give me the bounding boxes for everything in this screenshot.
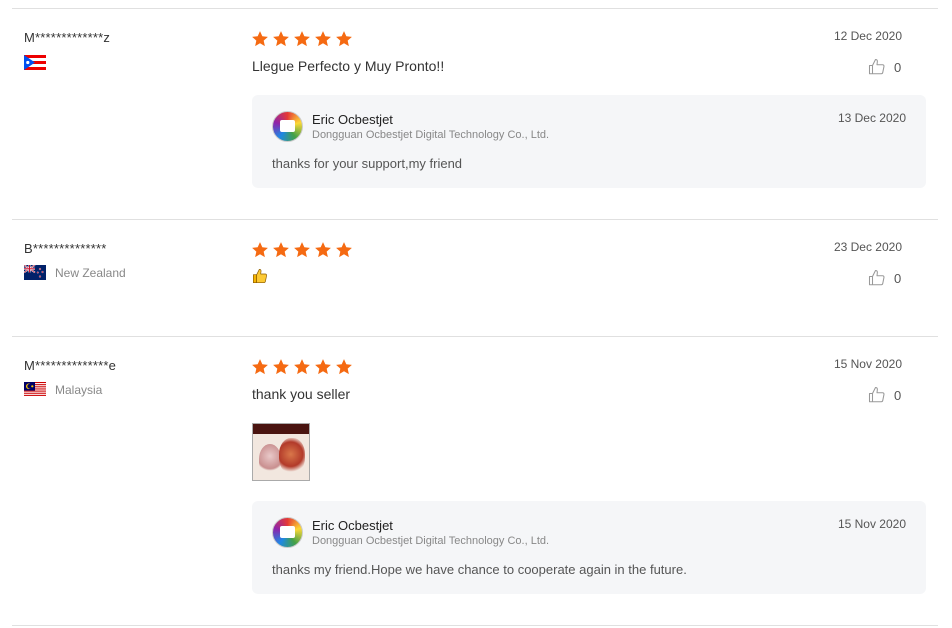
new-zealand-flag-icon [24, 265, 46, 280]
star-icon [336, 242, 352, 258]
like-button[interactable]: 0 [868, 269, 901, 287]
thumbs-up-icon [868, 58, 885, 75]
like-count: 0 [894, 59, 902, 75]
star-icon [294, 242, 310, 258]
thumbs-up-emoji-icon [253, 269, 267, 283]
thumbs-up-icon [868, 386, 885, 403]
puerto-rico-flag-icon [24, 55, 46, 70]
reviewer-name: B************** [24, 241, 107, 256]
seller-name: Eric Ocbestjet [312, 518, 393, 533]
review-divider [12, 8, 938, 9]
reviewer-country: Malaysia [24, 382, 102, 397]
review-divider [12, 336, 938, 337]
reply-text: thanks for your support,my friend [272, 156, 463, 171]
star-icon [315, 242, 331, 258]
star-icon [252, 359, 268, 375]
reviewer-country: New Zealand [24, 265, 126, 280]
star-icon [315, 31, 331, 47]
rating-stars [251, 30, 353, 48]
like-count: 0 [894, 270, 902, 286]
malaysia-flag-icon [24, 382, 46, 397]
country-name: Malaysia [55, 382, 103, 397]
reply-date: 13 Dec 2020 [837, 111, 906, 125]
review-photo-thumbnail[interactable] [252, 423, 310, 481]
review-divider [12, 219, 938, 220]
star-icon [273, 359, 289, 375]
star-icon [336, 359, 352, 375]
star-icon [273, 31, 289, 47]
review-text: Llegue Perfecto y Muy Pronto!! [252, 58, 445, 74]
reply-date: 15 Nov 2020 [837, 517, 906, 531]
country-name: New Zealand [55, 265, 126, 280]
star-icon [294, 359, 310, 375]
seller-reply: Eric Ocbestjet Dongguan Ocbestjet Digita… [252, 501, 926, 594]
star-icon [273, 242, 289, 258]
like-button[interactable]: 0 [868, 58, 901, 76]
review-date: 12 Dec 2020 [833, 29, 902, 43]
seller-company: Dongguan Ocbestjet Digital Technology Co… [312, 129, 550, 141]
reviewer-name: M**************e [24, 358, 117, 373]
rating-stars [251, 241, 353, 259]
seller-name: Eric Ocbestjet [312, 112, 393, 127]
star-icon [315, 359, 331, 375]
like-button[interactable]: 0 [868, 386, 901, 404]
review-date: 15 Nov 2020 [833, 357, 902, 371]
reviewer-country [24, 55, 46, 70]
review-date: 23 Dec 2020 [833, 240, 902, 254]
reply-text: thanks my friend.Hope we have chance to … [272, 562, 687, 577]
seller-avatar [272, 111, 303, 142]
reviewer-name: M*************z [24, 30, 111, 45]
review-text: thank you seller [252, 386, 351, 402]
rating-stars [251, 358, 353, 376]
seller-avatar [272, 517, 303, 548]
thumbs-up-icon [868, 269, 885, 286]
star-icon [336, 31, 352, 47]
star-icon [252, 31, 268, 47]
star-icon [252, 242, 268, 258]
like-count: 0 [894, 387, 902, 403]
star-icon [294, 31, 310, 47]
seller-reply: Eric Ocbestjet Dongguan Ocbestjet Digita… [252, 95, 926, 188]
seller-company: Dongguan Ocbestjet Digital Technology Co… [312, 535, 550, 547]
review-divider [12, 625, 938, 626]
